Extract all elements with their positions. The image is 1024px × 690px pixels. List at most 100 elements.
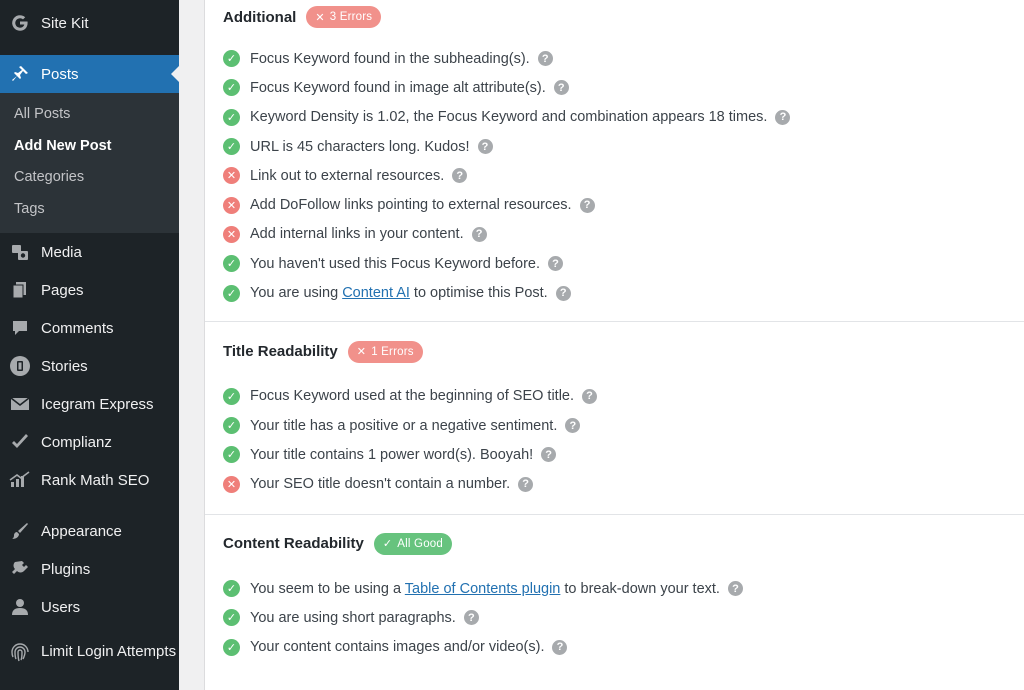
submenu-tags[interactable]: Tags	[0, 194, 179, 226]
sidebar-item-icegram-express[interactable]: Icegram Express	[0, 385, 179, 423]
sidebar-item-complianz[interactable]: Complianz	[0, 423, 179, 461]
sidebar-item-label: Comments	[41, 319, 114, 337]
help-question-icon[interactable]: ?	[565, 418, 581, 434]
check-circle-icon: ✓	[223, 638, 240, 656]
inline-link[interactable]: Table of Contents plugin	[405, 581, 561, 597]
test-item: ✓ You are using short paragraphs.?	[223, 603, 1006, 632]
test-text: Add DoFollow links pointing to external …	[250, 197, 572, 214]
rank-math-icon	[9, 469, 31, 491]
x-circle-icon: ✕	[223, 196, 240, 214]
sidebar-item-label: Appearance	[41, 522, 122, 540]
test-text: Focus Keyword used at the beginning of S…	[250, 388, 575, 405]
test-item: ✕ Link out to external resources.?	[223, 161, 1006, 190]
section-title: Content Readability	[223, 535, 364, 553]
sidebar-item-site-kit[interactable]: Site Kit	[0, 4, 179, 42]
paintbrush-icon	[9, 520, 31, 542]
sidebar-item-posts[interactable]: Posts	[0, 55, 179, 93]
check-icon: ✓	[382, 538, 393, 551]
section-header[interactable]: Additional ✕ 3 Errors	[223, 2, 1006, 32]
test-text: You haven't used this Focus Keyword befo…	[250, 255, 540, 272]
test-list: ✓ Focus Keyword found in the subheading(s…	[223, 44, 1006, 308]
help-question-icon[interactable]: ?	[477, 139, 493, 155]
section-header[interactable]: Title Readability ✕ 1 Errors	[223, 337, 1006, 367]
sidebar-item-limit-login-attempts[interactable]: Limit Login Attempts	[0, 626, 179, 678]
help-question-icon[interactable]: ?	[537, 51, 553, 67]
section-title: Additional	[223, 8, 297, 26]
sidebar-item-label: Icegram Express	[41, 395, 154, 413]
test-text-post: to break-down your text.	[560, 580, 720, 597]
sidebar-item-label: Users	[41, 598, 81, 616]
help-question-icon[interactable]: ?	[775, 109, 791, 125]
check-circle-icon: ✓	[223, 609, 240, 627]
checkmark-icon	[9, 431, 31, 453]
test-item: ✓ You haven't used this Focus Keyword bef…	[223, 249, 1006, 278]
help-question-icon[interactable]: ?	[582, 388, 598, 404]
x-icon: ✕	[315, 11, 325, 24]
test-text-pre: You are using	[250, 285, 343, 302]
section-title: Title Readability	[223, 343, 338, 361]
posts-submenu: All Posts Add New Post Categories Tags	[0, 93, 179, 233]
help-question-icon[interactable]: ?	[727, 581, 743, 596]
sidebar-item-stories[interactable]: Stories	[0, 347, 179, 385]
section-header[interactable]: Content Readability ✓ All Good	[223, 529, 1006, 559]
envelope-icon	[9, 393, 31, 415]
submenu-add-new-post[interactable]: Add New Post	[0, 131, 179, 163]
test-item: ✓ Focus Keyword found in image alt attrib…	[223, 73, 1006, 102]
test-text: You are using Content AI to optimise thi…	[250, 285, 548, 301]
submenu-all-posts[interactable]: All Posts	[0, 99, 179, 131]
badge-label: 1 Errors	[371, 345, 414, 358]
sidebar-item-label: Rank Math SEO	[41, 471, 150, 489]
test-item: ✓ Focus Keyword found in the subheading(s…	[223, 44, 1006, 73]
test-item: ✓ Your title has a positive or a negative…	[223, 411, 1006, 440]
help-question-icon[interactable]: ?	[548, 256, 563, 272]
help-question-icon[interactable]: ?	[541, 447, 557, 463]
sidebar-item-users[interactable]: Users	[0, 588, 179, 626]
check-circle-icon: ✓	[223, 387, 240, 405]
sidebar-item-plugins[interactable]: Plugins	[0, 550, 179, 588]
test-item: ✓ Your content contains images and/or vid…	[223, 632, 1006, 661]
error-count-badge: ✕ 1 Errors	[347, 340, 423, 363]
test-text: Your title contains 1 power word(s). Boo…	[250, 446, 534, 463]
sidebar-item-label: Plugins	[41, 560, 91, 578]
check-circle-icon: ✓	[223, 138, 240, 156]
sidebar-item-appearance[interactable]: Appearance	[0, 512, 179, 550]
badge-label: 3 Errors	[329, 11, 373, 23]
rank-math-analysis-panel: Additional ✕ 3 Errors ✓ Focus Keyword fou…	[204, 0, 1024, 690]
user-icon	[9, 596, 31, 618]
sidebar-item-label: Pages	[41, 281, 84, 299]
test-item: ✓ Keyword Density is 1.02, the Focus Keyw…	[223, 103, 1006, 132]
test-item: ✓ Focus Keyword used at the beginning of …	[223, 382, 1006, 411]
test-list: ✓ Focus Keyword used at the beginning of …	[223, 382, 1006, 499]
sidebar-item-comments[interactable]: Comments	[0, 309, 179, 347]
help-question-icon[interactable]: ?	[579, 197, 595, 213]
admin-sidebar: Site Kit Posts All Posts Add New Post Ca…	[0, 0, 179, 690]
help-question-icon[interactable]: ?	[552, 639, 568, 655]
inline-link[interactable]: Content AI	[342, 285, 410, 301]
pages-icon	[9, 279, 31, 301]
help-question-icon[interactable]: ?	[555, 285, 571, 301]
check-circle-icon: ✓	[223, 417, 240, 435]
check-circle-icon: ✓	[223, 108, 240, 126]
sidebar-item-rank-math-seo[interactable]: Rank Math SEO	[0, 461, 179, 499]
sidebar-item-label: Complianz	[41, 433, 112, 451]
test-text: You seem to be using a Table of Contents…	[250, 581, 720, 597]
section-additional: Additional ✕ 3 Errors ✓ Focus Keyword fou…	[205, 0, 1024, 322]
google-g-icon	[9, 12, 31, 34]
sidebar-item-media[interactable]: Media	[0, 233, 179, 271]
submenu-categories[interactable]: Categories	[0, 162, 179, 194]
test-text: Your title has a positive or a negative …	[250, 417, 558, 434]
pushpin-icon	[9, 63, 31, 85]
all-good-badge: ✓ All Good	[373, 532, 452, 555]
help-question-icon[interactable]: ?	[452, 168, 468, 184]
check-circle-icon: ✓	[223, 255, 240, 273]
sidebar-item-pages[interactable]: Pages	[0, 271, 179, 309]
error-count-badge: ✕ 3 Errors	[306, 6, 382, 28]
help-question-icon[interactable]: ?	[553, 80, 569, 96]
test-item: ✕ Add internal links in your content.?	[223, 220, 1006, 249]
x-circle-icon: ✕	[223, 225, 240, 243]
help-question-icon[interactable]: ?	[518, 476, 534, 492]
help-question-icon[interactable]: ?	[463, 610, 479, 626]
help-question-icon[interactable]: ?	[471, 226, 487, 242]
test-item: ✓ You seem to be using a Table of Content…	[223, 574, 1006, 603]
x-circle-icon: ✕	[223, 475, 240, 493]
